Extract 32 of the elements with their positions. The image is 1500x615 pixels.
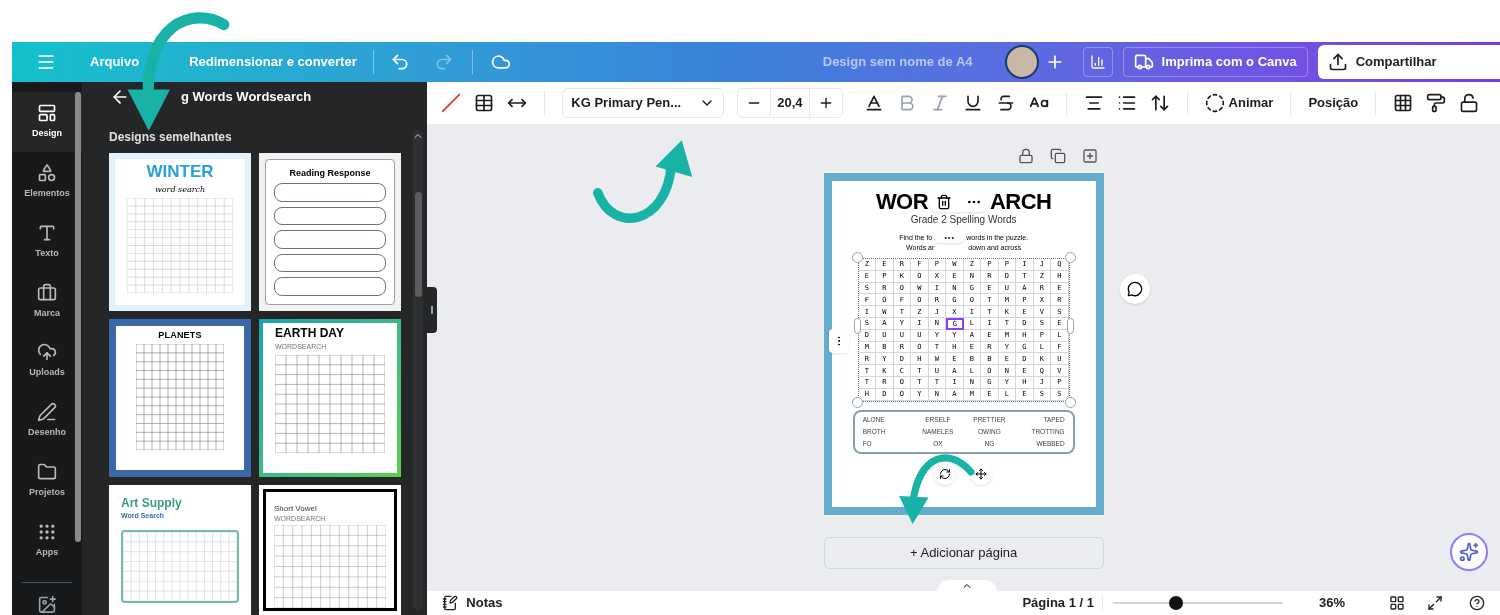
thumbnail-title: PLANETS (158, 330, 202, 340)
thumbnail-title: WINTER (146, 163, 214, 181)
share-button[interactable]: Compartilhar (1317, 45, 1500, 79)
zoom-percent[interactable]: 36% (1318, 593, 1345, 613)
font-dropdown[interactable]: KG Primary Pen... (562, 88, 725, 118)
notes-button[interactable]: Notas (442, 593, 503, 613)
page-title: ARCH (990, 190, 1052, 214)
print-button[interactable]: Imprima com o Canva (1122, 47, 1308, 77)
page-indicator[interactable]: Página 1 / 1 (1022, 593, 1094, 613)
page-subtitle: Grade 2 Spelling Words (910, 214, 1017, 226)
section-heading: Designs semelhantes (109, 129, 232, 146)
thumbnail-title: Art Supply (121, 497, 183, 510)
panel-title: g Words Wordsearch (181, 88, 312, 107)
rail-item[interactable]: Marca (12, 271, 82, 332)
template-thumbnail[interactable]: PLANETS (109, 319, 251, 477)
rail-item[interactable]: Elementos (12, 151, 82, 212)
thumbnail-title: Reading Response (288, 168, 372, 178)
rail-item[interactable]: Uploads (12, 331, 82, 391)
font-size-field[interactable]: 20,4 (770, 89, 810, 117)
rail-item[interactable]: Texto (12, 211, 82, 272)
template-thumbnail[interactable]: Reading Response (259, 153, 401, 311)
rail-item[interactable]: Desenho (12, 391, 82, 451)
thumbnail-title: Short Vowel (274, 504, 318, 513)
thumbnail-title: EARTH DAY (275, 327, 345, 339)
add-page-button[interactable]: + Adicionar página (823, 537, 1104, 569)
animate-button[interactable]: Animar (1204, 93, 1274, 113)
thumbnail-subtitle: word search (154, 185, 206, 194)
position-button[interactable]: Posição (1308, 93, 1359, 113)
template-thumbnail[interactable]: WINTER word search (109, 153, 251, 311)
page-title: WOR (875, 190, 928, 214)
rail-item[interactable]: Design (12, 92, 82, 152)
rail-item[interactable]: Projetos (12, 450, 82, 511)
